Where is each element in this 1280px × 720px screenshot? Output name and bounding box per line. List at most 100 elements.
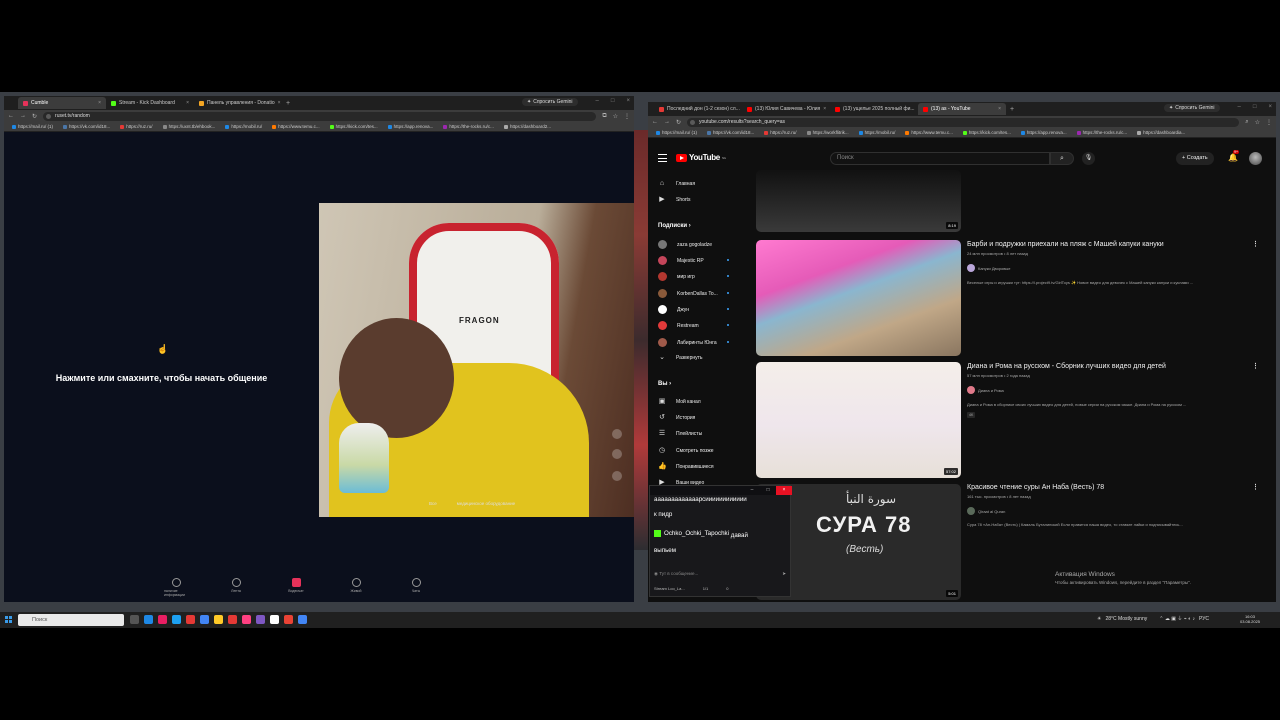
videochat-start-panel[interactable]: ☝ Нажмите или смахните, чтобы начать общ… xyxy=(4,132,319,602)
bookmark-item[interactable]: https://app.renova... xyxy=(1020,130,1067,135)
bookmark-item[interactable]: https://mobil.ru/ xyxy=(858,130,895,135)
bookmark-item[interactable]: https://uxnt.tb/ehbook... xyxy=(162,124,215,129)
sidebar-item-home[interactable]: ⌂ Главная xyxy=(658,180,695,188)
bookmark-item[interactable]: https://ruz.ru/ xyxy=(764,130,797,135)
ask-gemini-button[interactable]: ✦ Спросить Gemini xyxy=(522,98,578,106)
app-icon[interactable] xyxy=(158,615,167,624)
more-actions-icon[interactable]: ⋮ xyxy=(1252,240,1259,248)
bookmark-item[interactable]: https://www.temu.c... xyxy=(905,130,953,135)
hamburger-menu-icon[interactable] xyxy=(658,154,667,162)
site-info-icon[interactable] xyxy=(46,113,52,119)
telegram-icon[interactable] xyxy=(172,615,181,624)
close-icon[interactable]: × xyxy=(776,486,792,495)
chat-input[interactable]: ◉ Тут в сообщение... ➤ xyxy=(654,569,788,579)
bookmark-item[interactable]: https://mobil.ru/ xyxy=(225,124,262,129)
close-tab-icon[interactable]: × xyxy=(998,106,1001,112)
nav-item-feed[interactable]: Лента xyxy=(224,578,248,597)
app-icon[interactable] xyxy=(242,615,251,624)
sidebar-sub-3[interactable]: KorbenDallas To... xyxy=(658,289,729,298)
bookmark-item[interactable]: https://vk.com/id18... xyxy=(707,130,754,135)
sidebar-my-channel[interactable]: ▣ Мой канал xyxy=(658,398,701,406)
forward-icon[interactable]: → xyxy=(20,113,26,119)
subscriptions-header[interactable]: Подписки › xyxy=(658,223,691,229)
notifications-bell-icon[interactable]: 🔔 9+ xyxy=(1228,150,1239,162)
sidebar-watch-later[interactable]: ◷ Смотреть позже xyxy=(658,447,714,455)
reload-icon[interactable]: ↻ xyxy=(32,113,37,120)
more-actions-icon[interactable]: ⋮ xyxy=(1252,483,1259,491)
bookmark-item[interactable]: https://ruz.ru/ xyxy=(120,124,153,129)
minimize-icon[interactable]: – xyxy=(1238,104,1241,110)
chrome-icon[interactable] xyxy=(200,615,209,624)
zoom-icon[interactable]: ⌕ xyxy=(1245,119,1248,126)
video-thumbnail[interactable] xyxy=(756,240,961,356)
maximize-icon[interactable]: □ xyxy=(760,486,776,495)
menu-icon[interactable]: ⋮ xyxy=(1266,119,1272,126)
video-channel[interactable]: Капуки Дворовые xyxy=(967,264,1011,272)
stream-name[interactable]: Stream Loo_La... xyxy=(654,586,685,591)
chat-username[interactable]: Ochko_Ochki_Tapochki xyxy=(664,530,729,537)
video-title[interactable]: Диана и Рома на русском - Сборник лучших… xyxy=(967,363,1166,370)
close-tab-icon[interactable]: × xyxy=(186,100,189,106)
right-tab-1[interactable]: (13) Юлия Савичева - Юлия × xyxy=(742,103,830,115)
app-icon[interactable] xyxy=(186,615,195,624)
sidebar-item-shorts[interactable]: ▶ Shorts xyxy=(658,196,690,204)
sidebar-sub-6[interactable]: Лабиринты Юнга xyxy=(658,338,729,347)
address-bar[interactable]: ruset.tv/random xyxy=(43,111,597,121)
maximize-icon[interactable]: □ xyxy=(1253,104,1257,110)
sidebar-playlists[interactable]: ☰ Плейлисты xyxy=(658,430,702,438)
chrome-icon[interactable] xyxy=(284,615,293,624)
video-title[interactable]: Красивое чтение суры Ан Наба (Весть) 78 xyxy=(967,484,1104,491)
video-channel[interactable]: Qiraat al Quran xyxy=(967,507,1005,515)
back-icon[interactable]: ← xyxy=(8,113,14,119)
right-tab-3[interactable]: (13) as - YouTube × xyxy=(918,103,1006,115)
search-button[interactable]: ⌕ xyxy=(1050,152,1074,165)
overlay-label-all[interactable]: Все xyxy=(429,501,437,506)
reload-icon[interactable]: ↻ xyxy=(676,119,681,126)
bookmark-star-icon[interactable]: ☆ xyxy=(1255,119,1260,126)
close-tab-icon[interactable]: × xyxy=(823,106,826,112)
more-actions-icon[interactable]: ⋮ xyxy=(1252,362,1259,370)
sidebar-history[interactable]: ↺ История xyxy=(658,414,695,422)
bookmark-item[interactable]: https://dashboard2... xyxy=(503,124,551,129)
nav-item-info[interactable]: наличие информации xyxy=(164,578,188,597)
sidebar-sub-5[interactable]: Restream xyxy=(658,321,729,330)
back-icon[interactable]: ← xyxy=(652,119,658,125)
sidebar-expand[interactable]: ⌄ Развернуть xyxy=(658,354,702,362)
video-title[interactable]: Барби и подружки приехали на пляж с Маше… xyxy=(967,241,1164,248)
search-input[interactable]: Поиск xyxy=(830,152,1050,165)
sidebar-liked[interactable]: 👍 Понравившиеся xyxy=(658,463,714,471)
close-tab-icon[interactable]: × xyxy=(98,100,101,106)
minimize-icon[interactable]: – xyxy=(744,486,760,495)
sidebar-sub-4[interactable]: Джун xyxy=(658,305,729,314)
left-tab-0[interactable]: Cumble × xyxy=(18,97,106,109)
close-icon[interactable]: × xyxy=(626,98,630,104)
clock[interactable]: 16:03 03.08.2025 xyxy=(1240,614,1260,624)
bookmark-item[interactable]: https://www.temu.c... xyxy=(272,124,320,129)
bookmark-item[interactable]: https://mail.ru/ (1) xyxy=(656,130,697,135)
bookmark-item[interactable]: https://app.renova... xyxy=(387,124,433,129)
left-tab-1[interactable]: Stream - Kick Dashboard × xyxy=(106,97,194,109)
folder-icon[interactable] xyxy=(214,615,223,624)
video-thumbnail[interactable]: 57:02 xyxy=(756,362,961,478)
menu-icon[interactable]: ⋮ xyxy=(624,113,630,120)
video-channel[interactable]: Диана и Рома xyxy=(967,386,1004,394)
youtube-logo[interactable]: YouTube NG xyxy=(676,153,726,162)
forward-icon[interactable]: → xyxy=(664,119,670,125)
bookmark-item[interactable]: https://mail.ru/ (1) xyxy=(12,124,53,129)
nav-item-live[interactable]: Живой xyxy=(344,578,368,597)
weather-text[interactable]: 28°C Mostly sunny xyxy=(1105,616,1147,622)
settings-icon[interactable] xyxy=(612,449,622,459)
bookmark-item[interactable]: https://kick.com/tes... xyxy=(329,124,378,129)
sidebar-sub-2[interactable]: мир игр xyxy=(658,272,729,281)
right-tab-2[interactable]: (13) ущелье 2025 полный фи...× xyxy=(830,103,918,115)
minimize-icon[interactable]: – xyxy=(596,98,599,104)
sidebar-sub-0[interactable]: zaza gogoladze xyxy=(658,240,712,249)
tray-icons[interactable]: ⌃ ☁ ▣ ⏚ ⌁ ◐ ♪ xyxy=(1159,615,1195,622)
new-tab-button[interactable]: + xyxy=(282,100,294,107)
camera-switch-icon[interactable] xyxy=(612,429,622,439)
bookmark-item[interactable]: https://the-rocks.ru/c... xyxy=(1076,130,1127,135)
nav-item-chats[interactable]: Чаты xyxy=(404,578,428,597)
bookmark-star-icon[interactable]: ☆ xyxy=(613,113,618,120)
windows-start-icon[interactable] xyxy=(5,616,12,623)
app-icon[interactable] xyxy=(256,615,265,624)
